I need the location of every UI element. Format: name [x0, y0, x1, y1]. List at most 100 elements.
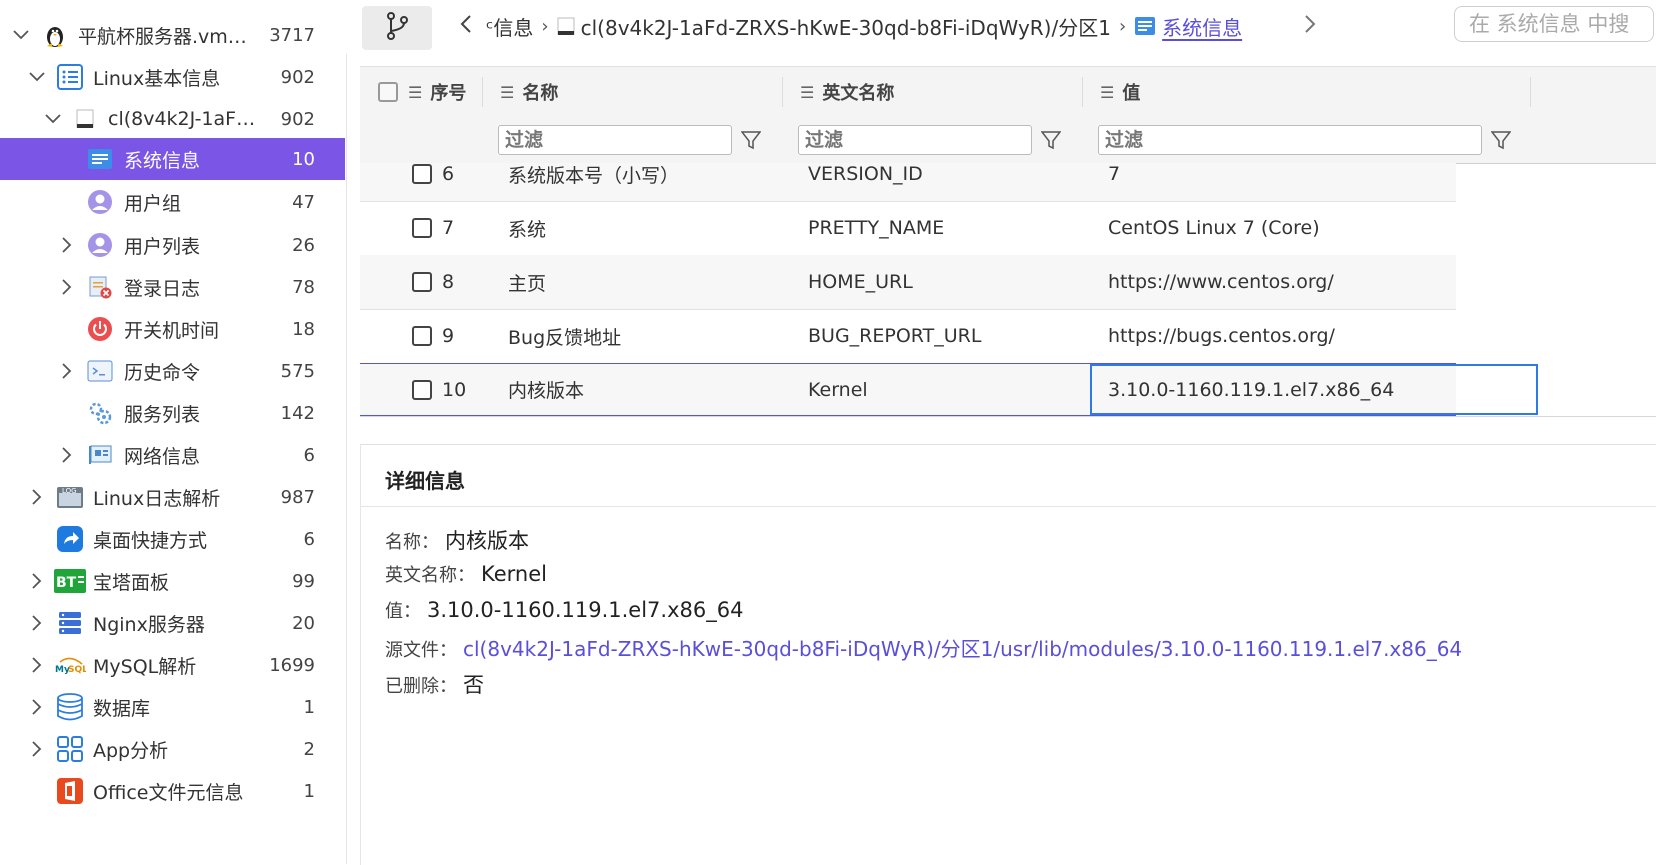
tree-item-count: 902 — [280, 108, 315, 130]
system-info-icon — [86, 145, 114, 173]
server-icon — [56, 609, 84, 637]
chevron-right-icon[interactable] — [58, 446, 76, 464]
tree-item-label: 平航杯服务器.vmdk — [78, 25, 248, 48]
chevron-right-icon[interactable] — [28, 740, 46, 758]
cell-name: 内核版本 — [508, 380, 585, 402]
log-icon: LOG — [56, 483, 84, 511]
nav-forward-button[interactable] — [1298, 12, 1322, 40]
tree-item-count: 99 — [292, 570, 315, 592]
tree-item-bt-panel[interactable]: BT 宝塔面板 99 — [0, 560, 345, 602]
column-header-name[interactable]: ☰ 名称 — [500, 67, 558, 117]
row-checkbox[interactable] — [412, 309, 432, 363]
search-input[interactable] — [1454, 6, 1654, 42]
cell-index: 7 — [442, 217, 455, 239]
tree-item-linux-log[interactable]: LOG Linux日志解析 987 — [0, 476, 345, 518]
chevron-right-icon[interactable] — [58, 278, 76, 296]
shortcut-icon — [56, 525, 84, 553]
cell-en-name: VERSION_ID — [808, 163, 923, 185]
column-header-en-name[interactable]: ☰ 英文名称 — [800, 67, 894, 117]
row-checkbox[interactable] — [412, 364, 432, 415]
breadcrumb-item[interactable]: cl(8v4k2J-1aFd-ZRXS-hKwE-30qd-b8Fi-iDqWy… — [581, 12, 1111, 41]
chevron-right-icon[interactable] — [28, 698, 46, 716]
tree-item-app-analysis[interactable]: App分析 2 — [0, 728, 345, 770]
detail-en-value: Kernel — [481, 562, 547, 586]
tree-item-count: 20 — [292, 612, 315, 634]
filter-icon[interactable] — [740, 129, 762, 151]
tree-item-count: 10 — [292, 148, 315, 170]
tree-item-count: 987 — [280, 486, 315, 508]
chevron-right-icon: › — [1118, 15, 1127, 37]
table-row[interactable]: 7 系统 PRETTY_NAME CentOS Linux 7 (Core) — [360, 201, 1456, 256]
tree-item-database[interactable]: 数据库 1 — [0, 686, 345, 728]
chevron-down-icon[interactable] — [28, 68, 46, 86]
filter-icon[interactable] — [1490, 129, 1512, 151]
tree-item-partition[interactable]: cl(8v4k2J-1aFd... 902 — [0, 98, 345, 140]
tree-item-nginx[interactable]: Nginx服务器 20 — [0, 602, 345, 644]
disk-icon — [72, 105, 100, 133]
tree-item-vmdk[interactable]: 平航杯服务器.vmdk 3717 — [0, 14, 345, 56]
tree-item-count: 1 — [303, 696, 315, 718]
row-checkbox[interactable] — [412, 255, 432, 309]
detail-value-line: 值： 3.10.0-1160.119.1.el7.x86_64 — [385, 597, 743, 623]
tree-item-count: 6 — [303, 444, 315, 466]
filter-icon[interactable] — [1040, 129, 1062, 151]
tree-item-label: 用户列表 — [124, 235, 201, 258]
select-all-checkbox[interactable] — [378, 67, 398, 117]
tree-item-history-cmd[interactable]: 历史命令 575 — [0, 350, 345, 392]
column-header-value[interactable]: ☰ 值 — [1100, 67, 1140, 117]
nav-back-button[interactable] — [454, 12, 478, 40]
tree-item-network[interactable]: 网络信息 6 — [0, 434, 345, 476]
tree-item-office-meta[interactable]: Office文件元信息 1 — [0, 770, 345, 812]
chevron-right-icon[interactable] — [28, 488, 46, 506]
table-row-selected[interactable]: 10 内核版本 Kernel 3.10.0-1160.119.1.el7.x86… — [360, 363, 1538, 417]
tree-item-system-info[interactable]: 系统信息 10 — [0, 138, 345, 180]
chevron-right-icon[interactable] — [28, 656, 46, 674]
row-checkbox[interactable] — [412, 163, 432, 201]
filter-input-en-name[interactable] — [798, 125, 1032, 155]
chevron-down-icon[interactable] — [12, 26, 30, 44]
office-icon — [56, 777, 84, 805]
detail-name-value: 内核版本 — [445, 529, 529, 553]
grid-body: 6 系统版本号（小写） VERSION_ID 7 7 系统 PRETTY_NAM… — [360, 163, 1656, 417]
tree-item-label: App分析 — [93, 739, 169, 762]
chevron-right-icon[interactable] — [58, 362, 76, 380]
chevron-down-icon[interactable] — [44, 110, 62, 128]
cell-name: 系统 — [508, 218, 547, 241]
tree-item-mysql[interactable]: My SQL MySQL解析 1699 — [0, 644, 345, 686]
table-row[interactable]: 8 主页 HOME_URL https://www.centos.org/ — [360, 255, 1456, 310]
table-row[interactable]: 9 Bug反馈地址 BUG_REPORT_URL https://bugs.ce… — [360, 309, 1456, 364]
chevron-right-icon[interactable] — [28, 572, 46, 590]
breadcrumb-current[interactable]: 系统信息 — [1162, 12, 1242, 41]
row-checkbox[interactable] — [412, 201, 432, 255]
chevron-right-icon[interactable] — [28, 614, 46, 632]
tree-item-user-list[interactable]: 用户列表 26 — [0, 224, 345, 266]
grid-header: ☰ 序号 ☰ 名称 ☰ 英文名称 ☰ 值 — [360, 66, 1656, 118]
table-row[interactable]: 6 系统版本号（小写） VERSION_ID 7 — [360, 163, 1456, 202]
database-icon — [56, 693, 84, 721]
tree-item-desktop-shortcut[interactable]: 桌面快捷方式 6 — [0, 518, 345, 560]
network-card-icon — [86, 441, 114, 469]
filter-input-name[interactable] — [498, 125, 732, 155]
filter-input-value[interactable] — [1098, 125, 1482, 155]
breadcrumb-item[interactable]: ᶜ信息 — [486, 12, 533, 41]
tree-item-user-group[interactable]: 用户组 47 — [0, 181, 345, 223]
list-doc-icon — [56, 63, 84, 91]
tree-item-label: 桌面快捷方式 — [93, 529, 208, 552]
tree-item-label: Office文件元信息 — [93, 781, 244, 804]
tree-item-label: 宝塔面板 — [93, 571, 170, 594]
detail-source-link[interactable]: cl(8v4k2J-1aFd-ZRXS-hKwE-30qd-b8Fi-iDqWy… — [463, 637, 1462, 661]
tree-item-power-time[interactable]: 开关机时间 18 — [0, 308, 345, 350]
column-header-index[interactable]: ☰ 序号 — [408, 67, 466, 117]
column-menu-icon: ☰ — [1100, 82, 1115, 102]
mysql-icon: My SQL — [54, 651, 86, 679]
tree-item-login-log[interactable]: 登录日志 78 — [0, 266, 345, 308]
tree-item-count: 6 — [303, 528, 315, 550]
disk-icon — [557, 15, 575, 37]
chevron-right-icon[interactable] — [58, 236, 76, 254]
cell-name: 主页 — [508, 272, 547, 295]
tree-item-services[interactable]: 服务列表 142 — [0, 392, 345, 434]
system-info-icon — [1134, 16, 1156, 36]
branch-button[interactable] — [362, 6, 432, 50]
tree-item-linux-basic[interactable]: Linux基本信息 902 — [0, 56, 345, 98]
tree-item-label: 网络信息 — [124, 445, 201, 468]
